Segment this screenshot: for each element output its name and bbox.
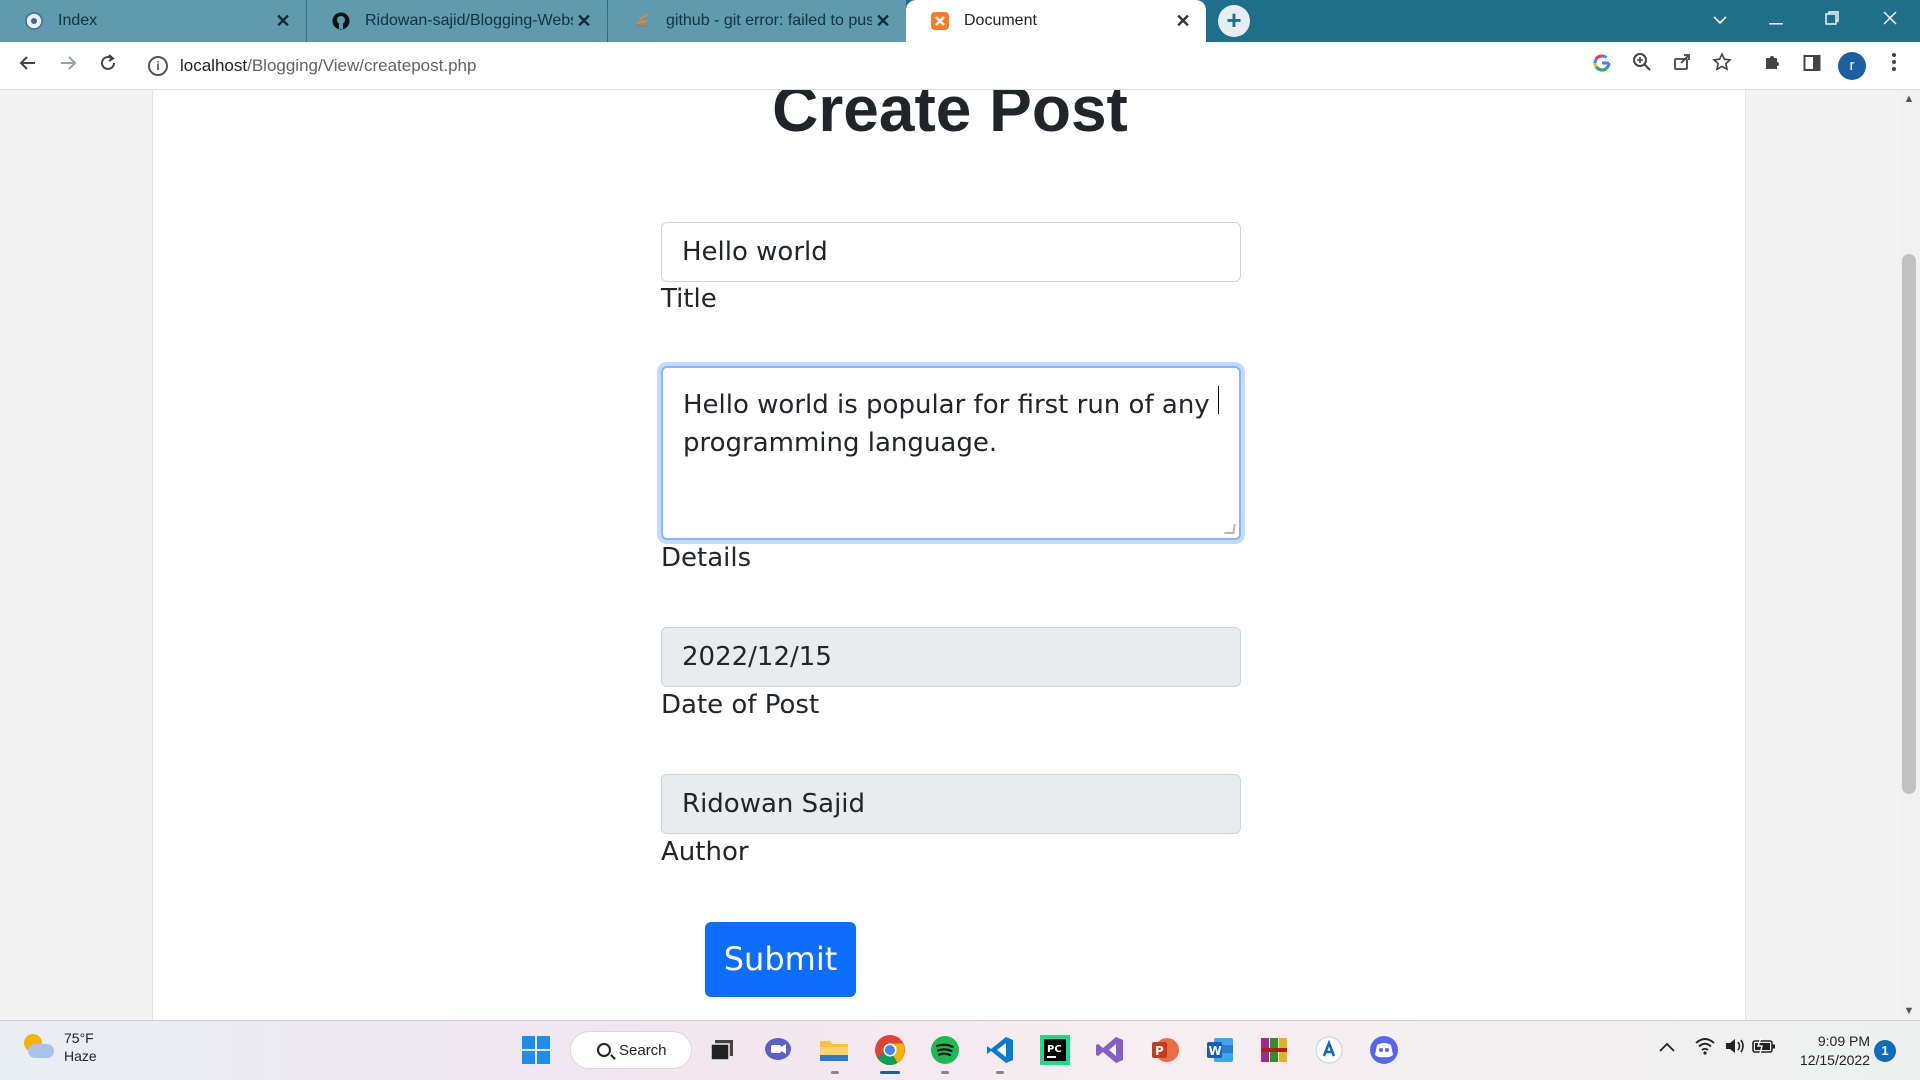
date-input[interactable]: 2022/12/15 xyxy=(661,627,1241,687)
url-text: localhost/Blogging/View/createpost.php xyxy=(180,56,477,75)
browser-toolbar: i localhost/Blogging/View/createpost.php xyxy=(0,42,1920,90)
file-explorer-icon[interactable] xyxy=(817,1033,851,1067)
chrome-icon[interactable] xyxy=(873,1033,907,1067)
stackoverflow-icon xyxy=(632,11,652,31)
svg-text:PC: PC xyxy=(1047,1044,1062,1055)
close-icon[interactable]: ✕ xyxy=(573,11,595,32)
tab-title: github - git error: failed to push s xyxy=(666,12,872,29)
close-window-icon[interactable] xyxy=(1862,0,1918,42)
page-viewport: Create Post Hello world Title Hello worl… xyxy=(0,90,1898,1020)
tab-index[interactable]: Index ✕ xyxy=(0,0,306,42)
restore-icon[interactable] xyxy=(1804,0,1860,42)
search-label: Search xyxy=(619,1041,667,1059)
clock-date: 12/15/2022 xyxy=(1799,1052,1870,1068)
address-bar[interactable]: i localhost/Blogging/View/createpost.php xyxy=(140,47,1520,85)
extensions-puzzle-icon[interactable] xyxy=(1756,50,1788,82)
clock-time: 9:09 PM xyxy=(1817,1033,1870,1049)
task-view-icon[interactable] xyxy=(705,1033,739,1067)
word-icon[interactable]: W xyxy=(1203,1033,1237,1067)
back-arrow-icon[interactable] xyxy=(12,50,44,82)
notification-badge[interactable]: 1 xyxy=(1874,1040,1896,1062)
running-indicator xyxy=(996,1071,1004,1074)
tab-search-chevron-icon[interactable] xyxy=(1692,0,1748,42)
profile-avatar[interactable]: r xyxy=(1838,52,1866,80)
side-panel-icon[interactable] xyxy=(1796,50,1828,82)
bookmark-star-icon[interactable] xyxy=(1706,50,1738,82)
close-icon[interactable]: ✕ xyxy=(272,11,294,32)
tray-overflow-chevron-icon[interactable] xyxy=(1658,1037,1676,1058)
title-label: Title xyxy=(661,284,717,314)
active-indicator xyxy=(880,1071,900,1074)
globe-icon xyxy=(24,11,44,31)
forward-arrow-icon[interactable] xyxy=(52,50,84,82)
text-caret xyxy=(1217,386,1219,414)
volume-icon[interactable] xyxy=(1724,1037,1746,1060)
reload-icon[interactable] xyxy=(92,50,124,82)
tab-title: Index xyxy=(58,12,98,29)
share-icon[interactable] xyxy=(1666,50,1698,82)
tab-title: Ridowan-sajid/Blogging-Website xyxy=(365,12,573,29)
battery-icon[interactable] xyxy=(1752,1037,1776,1060)
wifi-icon[interactable] xyxy=(1694,1037,1716,1060)
submit-button[interactable]: Submit xyxy=(705,922,856,997)
app-store-icon[interactable] xyxy=(1312,1033,1346,1067)
close-icon[interactable]: ✕ xyxy=(1172,11,1194,32)
partly-cloudy-icon xyxy=(20,1032,54,1062)
site-info-icon[interactable]: i xyxy=(148,56,168,76)
date-label: Date of Post xyxy=(661,690,820,720)
author-input[interactable]: Ridowan Sajid xyxy=(661,774,1241,834)
vscode-icon[interactable] xyxy=(983,1033,1017,1067)
windows-start-icon[interactable] xyxy=(519,1033,553,1067)
details-textarea[interactable]: Hello world is popular for first run of … xyxy=(661,366,1241,540)
teams-chat-icon[interactable] xyxy=(761,1033,795,1067)
taskbar-search[interactable]: Search xyxy=(570,1031,692,1069)
powerpoint-icon[interactable]: P xyxy=(1148,1033,1182,1067)
system-clock[interactable]: 9:09 PM 12/15/2022 xyxy=(1790,1032,1870,1070)
svg-text:W: W xyxy=(1209,1044,1222,1058)
tab-github[interactable]: Ridowan-sajid/Blogging-Website ✕ xyxy=(307,0,607,42)
xampp-icon xyxy=(930,11,950,31)
scroll-up-arrow-icon[interactable]: ▲ xyxy=(1898,90,1920,108)
github-icon xyxy=(331,11,351,31)
author-label: Author xyxy=(661,837,749,867)
svg-text:P: P xyxy=(1155,1044,1164,1058)
close-icon[interactable]: ✕ xyxy=(872,11,894,32)
page-scrollbar[interactable]: ▲ ▼ xyxy=(1898,90,1920,1020)
weather-description: Haze xyxy=(64,1048,97,1064)
form-container: Create Post Hello world Title Hello worl… xyxy=(152,90,1746,1020)
visual-studio-icon[interactable] xyxy=(1093,1033,1127,1067)
zoom-icon[interactable] xyxy=(1626,50,1658,82)
search-icon xyxy=(597,1043,611,1057)
discord-icon[interactable] xyxy=(1367,1033,1401,1067)
page-title: Create Post xyxy=(772,90,1128,145)
pycharm-icon[interactable]: PC xyxy=(1038,1033,1072,1067)
running-indicator xyxy=(941,1071,949,1074)
details-label: Details xyxy=(661,543,752,573)
tab-stackoverflow[interactable]: github - git error: failed to push s ✕ xyxy=(608,0,906,42)
weather-widget[interactable]: 75°F Haze xyxy=(20,1029,97,1065)
scroll-thumb[interactable] xyxy=(1902,254,1916,794)
google-icon[interactable] xyxy=(1586,50,1618,82)
spotify-icon[interactable] xyxy=(928,1033,962,1067)
new-tab-button[interactable]: + xyxy=(1218,5,1250,37)
tab-title: Document xyxy=(964,12,1037,29)
minimize-icon[interactable] xyxy=(1748,0,1804,42)
resize-handle-icon[interactable] xyxy=(1224,524,1236,534)
running-indicator xyxy=(831,1071,839,1074)
browser-tab-strip: Index ✕ Ridowan-sajid/Blogging-Website ✕… xyxy=(0,0,1920,42)
winrar-icon[interactable] xyxy=(1257,1033,1291,1067)
windows-taskbar: 75°F Haze Search PC P W 9:09 PM 12/15/20… xyxy=(0,1020,1920,1080)
menu-kebab-icon[interactable] xyxy=(1878,50,1910,82)
details-text: Hello world is popular for first run of … xyxy=(683,390,1210,458)
scroll-down-arrow-icon[interactable]: ▼ xyxy=(1898,1002,1920,1020)
tab-document[interactable]: Document ✕ xyxy=(906,0,1206,42)
weather-temperature: 75°F xyxy=(64,1030,94,1046)
title-input[interactable]: Hello world xyxy=(661,222,1241,282)
